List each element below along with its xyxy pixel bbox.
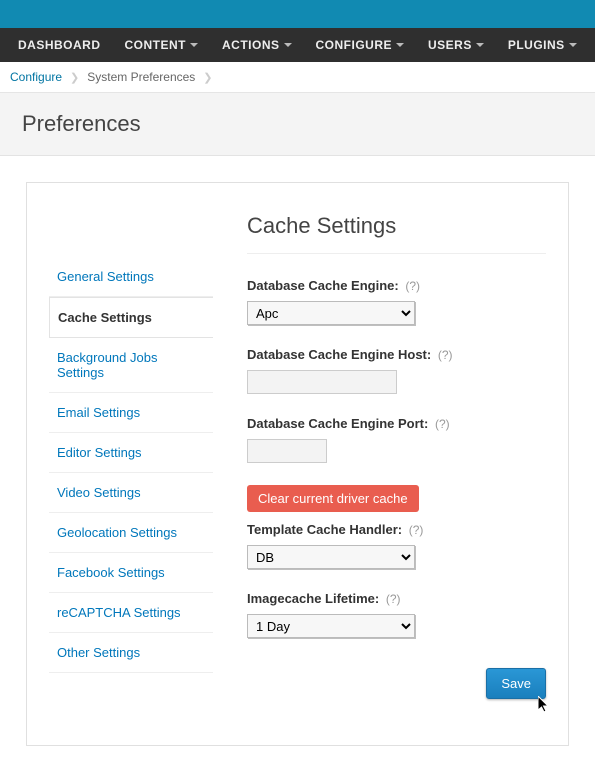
section-heading: Cache Settings	[247, 213, 546, 254]
chevron-down-icon	[476, 43, 484, 47]
nav-dashboard-label: DASHBOARD	[18, 38, 101, 52]
help-icon[interactable]: (?)	[438, 348, 453, 362]
template-handler-label: Template Cache Handler:	[247, 522, 402, 537]
nav-plugins[interactable]: PLUGINS	[496, 28, 589, 62]
nav-configure[interactable]: CONFIGURE	[304, 28, 417, 62]
imagecache-lifetime-select[interactable]: 1 Day	[247, 614, 415, 638]
tab-cache-settings[interactable]: Cache Settings	[49, 297, 213, 338]
page-title: Preferences	[22, 111, 573, 137]
imagecache-lifetime-label: Imagecache Lifetime:	[247, 591, 379, 606]
tab-editor-settings[interactable]: Editor Settings	[49, 433, 213, 473]
nav-users[interactable]: USERS	[416, 28, 496, 62]
nav-actions-label: ACTIONS	[222, 38, 280, 52]
help-icon[interactable]: (?)	[405, 279, 420, 293]
main-nav: DASHBOARD CONTENT ACTIONS CONFIGURE USER…	[0, 28, 595, 62]
breadcrumb: Configure ❯ System Preferences ❯	[0, 62, 595, 93]
top-banner	[0, 0, 595, 28]
tab-facebook-settings[interactable]: Facebook Settings	[49, 553, 213, 593]
chevron-down-icon	[190, 43, 198, 47]
nav-dashboard[interactable]: DASHBOARD	[6, 28, 113, 62]
breadcrumb-configure[interactable]: Configure	[10, 70, 62, 84]
tab-email-settings[interactable]: Email Settings	[49, 393, 213, 433]
nav-configure-label: CONFIGURE	[316, 38, 393, 52]
nav-plugins-label: PLUGINS	[508, 38, 565, 52]
preferences-card: General Settings Cache Settings Backgrou…	[26, 182, 569, 746]
nav-users-label: USERS	[428, 38, 472, 52]
tab-other-settings[interactable]: Other Settings	[49, 633, 213, 673]
db-cache-host-label: Database Cache Engine Host:	[247, 347, 431, 362]
db-cache-host-input[interactable]	[247, 370, 397, 394]
db-cache-port-label: Database Cache Engine Port:	[247, 416, 428, 431]
help-icon[interactable]: (?)	[409, 523, 424, 537]
chevron-down-icon	[284, 43, 292, 47]
template-handler-select[interactable]: DB	[247, 545, 415, 569]
db-cache-engine-select[interactable]: Apc	[247, 301, 415, 325]
tab-background-jobs-settings[interactable]: Background Jobs Settings	[49, 338, 213, 393]
tab-recaptcha-settings[interactable]: reCAPTCHA Settings	[49, 593, 213, 633]
side-tabs: General Settings Cache Settings Backgrou…	[49, 257, 213, 699]
nav-actions[interactable]: ACTIONS	[210, 28, 304, 62]
chevron-down-icon	[396, 43, 404, 47]
tab-video-settings[interactable]: Video Settings	[49, 473, 213, 513]
breadcrumb-current: System Preferences	[87, 70, 195, 84]
save-button[interactable]: Save	[486, 668, 546, 699]
chevron-right-icon: ❯	[203, 71, 212, 84]
help-icon[interactable]: (?)	[435, 417, 450, 431]
page-title-bar: Preferences	[0, 93, 595, 156]
db-cache-port-input[interactable]	[247, 439, 327, 463]
nav-content[interactable]: CONTENT	[113, 28, 211, 62]
clear-cache-button[interactable]: Clear current driver cache	[247, 485, 419, 512]
db-cache-engine-label: Database Cache Engine:	[247, 278, 399, 293]
tab-general-settings[interactable]: General Settings	[49, 257, 213, 297]
chevron-right-icon: ❯	[70, 71, 79, 84]
chevron-down-icon	[569, 43, 577, 47]
nav-content-label: CONTENT	[125, 38, 187, 52]
main-pane: Cache Settings Database Cache Engine: (?…	[247, 213, 546, 699]
tab-geolocation-settings[interactable]: Geolocation Settings	[49, 513, 213, 553]
help-icon[interactable]: (?)	[386, 592, 401, 606]
